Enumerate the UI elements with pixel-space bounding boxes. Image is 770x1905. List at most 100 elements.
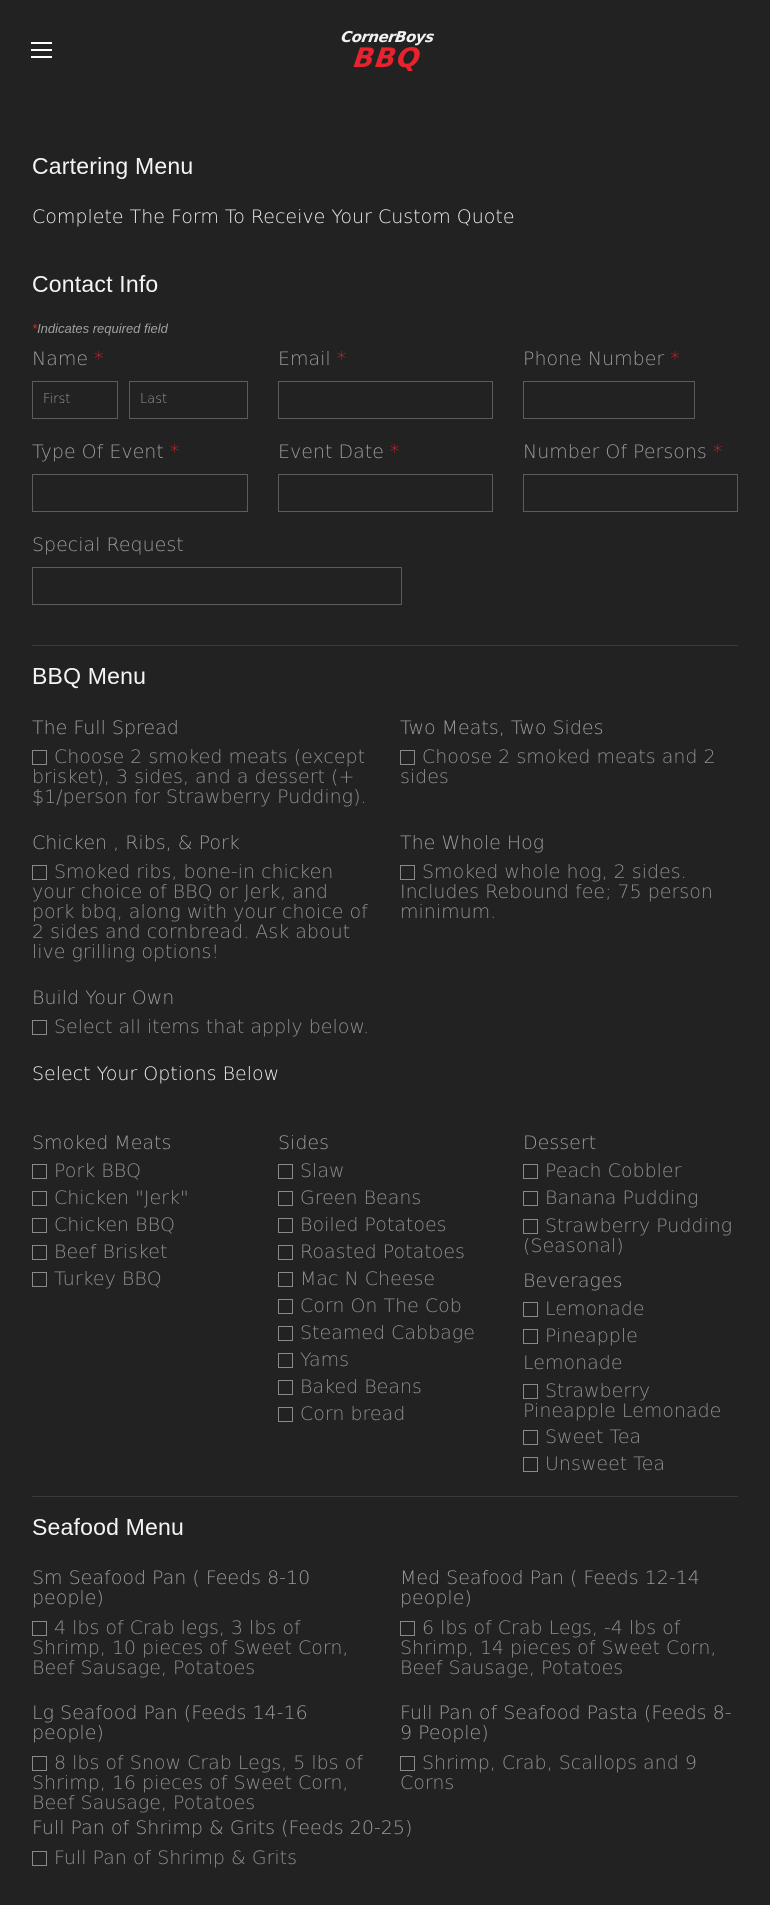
option-row: Smoked ribs, bone-in chicken your choice… [32,862,372,962]
option-row: Shrimp, Crab, Scallops and 9 Corns [400,1753,740,1793]
list-item: Mac N Cheese [278,1266,498,1293]
checkbox[interactable] [32,1851,47,1866]
checkbox[interactable] [32,1020,47,1035]
checkbox[interactable] [523,1457,538,1472]
checkbox[interactable] [523,1329,538,1344]
contact-title: Contact Info [32,271,159,297]
bbq-title: BBQ Menu [32,663,147,689]
seafood-option-pasta: Full Pan of Seafood Pasta (Feeds 8-9 Peo… [400,1703,740,1793]
required-star: * [169,441,180,463]
seafood-option-sm: Sm Seafood Pan ( Feeds 8-10 people) 4 lb… [32,1568,372,1678]
item-label: Slaw [300,1160,345,1182]
email-label-text: Email [278,348,331,370]
menu-icon[interactable] [31,42,52,58]
required-note-text: Indicates required field [37,321,168,336]
checkbox[interactable] [400,750,415,765]
list-item: Pork BBQ [32,1158,252,1185]
sides-group: Sides Slaw Green Beans Boiled Potatoes R… [278,1132,498,1428]
item-label: Chicken "Jerk" [54,1187,189,1209]
group-title: Dessert [523,1132,597,1154]
page-lead: Complete The Form To Receive Your Custom… [32,206,515,228]
item-label: Beef Brisket [54,1241,168,1263]
checkbox[interactable] [278,1191,293,1206]
required-star: * [94,348,104,370]
email-input[interactable] [278,381,493,419]
checkbox[interactable] [278,1326,293,1341]
checkbox[interactable] [523,1302,538,1317]
item-label: Pineapple Lemonade [523,1325,638,1374]
page-title: Cartering Menu [32,153,194,179]
item-label: Corn On The Cob [300,1295,462,1317]
item-label: Turkey BBQ [54,1268,162,1290]
checkbox[interactable] [32,865,47,880]
logo[interactable]: CornerBoys BBQ [340,28,435,82]
list-item: Yams [278,1347,498,1374]
list-item: Roasted Potatoes [278,1239,498,1266]
item-label: Lemonade [545,1298,645,1320]
list-item: Sweet Tea [523,1424,743,1451]
checkbox[interactable] [400,1621,415,1636]
checkbox[interactable] [278,1272,293,1287]
item-label: Baked Beans [300,1376,422,1398]
required-note: *Indicates required field [32,321,168,336]
phone-input[interactable] [523,381,695,419]
item-label: Boiled Potatoes [300,1214,447,1236]
special-request-input[interactable] [32,567,402,605]
checkbox[interactable] [523,1164,538,1179]
checkbox[interactable] [523,1191,538,1206]
checkbox[interactable] [278,1380,293,1395]
seafood-option-med: Med Seafood Pan ( Feeds 12-14 people) 6 … [400,1568,740,1678]
option-title: Two Meats, Two Sides [400,717,604,739]
list-item: Beef Brisket [32,1239,252,1266]
checkbox[interactable] [523,1384,538,1399]
checkbox[interactable] [400,1756,415,1771]
persons-input[interactable] [523,474,738,512]
option-title: Sm Seafood Pan ( Feeds 8-10 people) [32,1567,311,1609]
checkbox[interactable] [400,865,415,880]
option-title: Chicken , Ribs, & Pork [32,832,240,854]
first-name-input[interactable]: First [32,381,118,419]
list-item: Corn On The Cob [278,1293,498,1320]
required-star: * [670,348,680,370]
option-row: 6 lbs of Crab Legs, -4 lbs of Shrimp, 14… [400,1618,740,1678]
required-star: * [336,348,347,370]
last-name-input[interactable]: Last [129,381,248,419]
item-label: Steamed Cabbage [300,1322,475,1344]
option-row: 8 lbs of Snow Crab Legs, 5 lbs of Shrimp… [32,1753,372,1813]
list-item: Steamed Cabbage [278,1320,498,1347]
option-text: 4 lbs of Crab legs, 3 lbs of Shrimp, 10 … [32,1617,349,1679]
list-item: Peach Cobbler [523,1158,743,1185]
option-row: Full Pan of Shrimp & Grits [32,1848,532,1868]
list-item: Banana Pudding [523,1185,743,1212]
bbq-option-chicken-ribs-pork: Chicken , Ribs, & Pork Smoked ribs, bone… [32,832,372,962]
list-item: Turkey BBQ [32,1266,252,1293]
list-item: Green Beans [278,1185,498,1212]
checkbox[interactable] [32,1218,47,1233]
checkbox[interactable] [278,1407,293,1422]
checkbox[interactable] [278,1353,293,1368]
checkbox[interactable] [278,1218,293,1233]
event-date-input[interactable] [278,474,493,512]
seafood-option-grits: Full Pan of Shrimp & Grits (Feeds 20-25)… [32,1818,532,1868]
checkbox[interactable] [32,1164,47,1179]
checkbox[interactable] [278,1164,293,1179]
required-star: * [389,441,400,463]
checkbox[interactable] [32,1621,47,1636]
event-type-input[interactable] [32,474,248,512]
seafood-option-lg: Lg Seafood Pan (Feeds 14-16 people) 8 lb… [32,1703,372,1813]
checkbox[interactable] [278,1245,293,1260]
checkbox[interactable] [278,1299,293,1314]
checkbox[interactable] [32,1245,47,1260]
option-text: Smoked ribs, bone-in chicken your choice… [32,861,368,963]
checkbox[interactable] [32,1272,47,1287]
checkbox[interactable] [32,1756,47,1771]
list-item: Strawberry Pineapple Lemonade [523,1377,743,1421]
option-row: Select all items that apply below. [32,1017,432,1037]
checkbox[interactable] [32,750,47,765]
checkbox[interactable] [523,1219,538,1234]
site-header: CornerBoys BBQ [0,0,770,100]
checkbox[interactable] [523,1430,538,1445]
option-text: 6 lbs of Crab Legs, -4 lbs of Shrimp, 14… [400,1617,717,1679]
checkbox[interactable] [32,1191,47,1206]
item-label: Green Beans [300,1187,422,1209]
